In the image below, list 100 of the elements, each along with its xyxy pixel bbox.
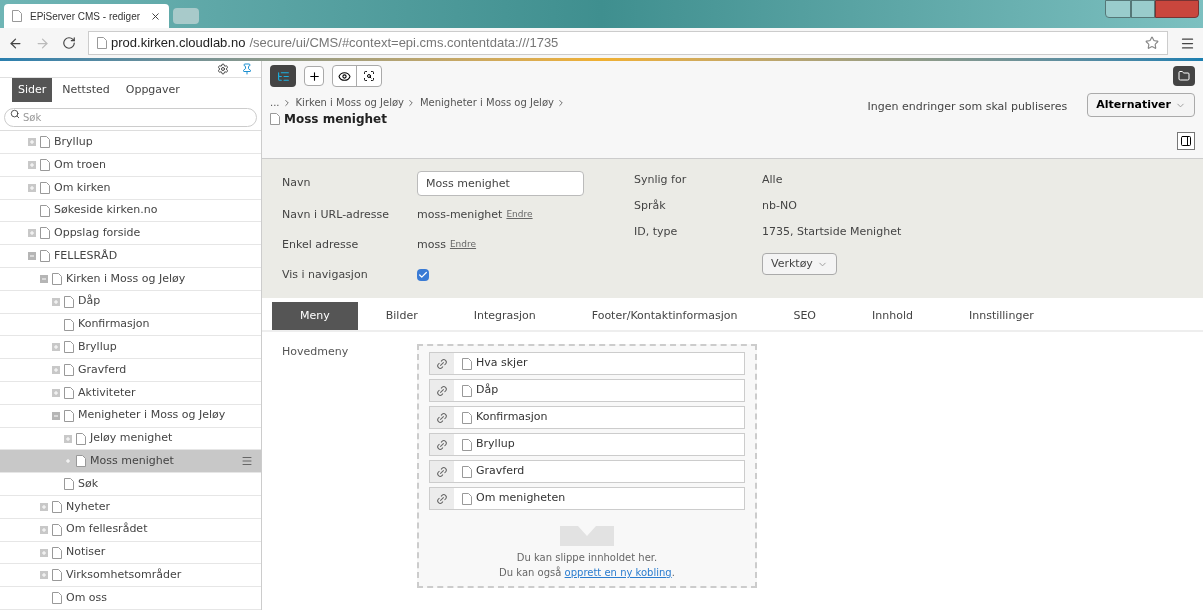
expand-icon[interactable]	[40, 525, 48, 534]
search-icon	[10, 109, 20, 120]
panel-icon	[1180, 135, 1192, 147]
folder-icon	[1178, 70, 1190, 82]
maximize-button[interactable]	[1131, 0, 1155, 18]
content-tab[interactable]: Footer/Kontaktinformasjon	[563, 302, 766, 330]
add-button[interactable]	[304, 66, 324, 86]
reload-icon[interactable]	[62, 36, 76, 50]
edit-link[interactable]: Endre	[449, 238, 477, 252]
page-icon	[97, 37, 107, 49]
magnifier-icon	[363, 70, 375, 82]
expand-icon[interactable]	[28, 229, 36, 238]
sidebar-tab[interactable]: Oppgaver	[119, 78, 186, 103]
page-icon	[40, 250, 50, 263]
content-tab[interactable]: Innhold	[844, 302, 941, 330]
page-icon	[76, 432, 86, 445]
drop-hint: Du kan også	[499, 567, 563, 578]
collapse-icon[interactable]	[52, 411, 60, 420]
page-icon	[40, 136, 50, 149]
menu-icon[interactable]	[1180, 35, 1195, 51]
breadcrumb-link[interactable]: ...	[270, 95, 280, 110]
folder-button[interactable]	[1173, 66, 1195, 86]
context-menu-icon[interactable]	[241, 455, 253, 468]
page-icon	[64, 295, 74, 308]
tools-button[interactable]: Verktøy	[762, 253, 837, 275]
checkbox[interactable]	[417, 269, 429, 281]
forward-icon[interactable]	[35, 35, 50, 51]
page-icon	[40, 158, 50, 171]
page-icon	[64, 318, 74, 331]
menu-link-item[interactable]: Dåp	[429, 379, 745, 402]
page-icon	[40, 204, 50, 217]
menu-link-item[interactable]: Bryllup	[429, 433, 745, 456]
settings-icon[interactable]	[217, 63, 229, 76]
breadcrumb-link[interactable]: Menigheter i Moss og Jeløy	[419, 95, 554, 110]
name-input[interactable]: Moss menighet	[417, 171, 584, 196]
tree-toggle-button[interactable]	[270, 65, 296, 87]
page-icon	[52, 523, 62, 536]
create-link[interactable]: opprett en ny kobling	[564, 567, 672, 578]
expand-icon[interactable]	[52, 297, 60, 306]
field-value: moss-menighet	[417, 206, 503, 223]
expand-icon[interactable]	[64, 457, 72, 466]
sidebar-tab[interactable]: Nettsted	[56, 78, 116, 103]
field-label: Synlig for	[634, 171, 688, 188]
layout-toggle-button[interactable]	[1177, 132, 1195, 150]
field-label: Vis i navigasjon	[282, 266, 369, 283]
page-icon	[462, 492, 472, 505]
star-icon[interactable]	[1145, 36, 1159, 50]
sidebar-tab[interactable]: Sider	[12, 78, 53, 103]
content-tab[interactable]: Meny	[272, 302, 358, 330]
field-label: Språk	[634, 197, 667, 214]
menu-link-item[interactable]: Konfirmasjon	[429, 406, 745, 429]
page-title: Moss menighet	[284, 111, 387, 128]
expand-icon[interactable]	[52, 366, 60, 375]
page-icon	[52, 592, 62, 605]
field-label: Navn i URL-adresse	[282, 206, 391, 223]
expand-icon[interactable]	[28, 138, 36, 147]
menu-link-item[interactable]: Om menigheten	[429, 487, 745, 510]
content-tab[interactable]: Bilder	[357, 302, 446, 330]
options-button[interactable]: Alternativer	[1087, 93, 1195, 117]
page-icon	[64, 341, 74, 354]
search-field[interactable]: Søk	[4, 108, 257, 128]
expand-icon[interactable]	[40, 502, 48, 511]
page-icon	[52, 569, 62, 582]
expand-icon[interactable]	[40, 548, 48, 557]
menu-link-item[interactable]: Gravferd	[429, 460, 745, 483]
expand-icon[interactable]	[28, 183, 36, 192]
content-tab[interactable]: Innstillinger	[940, 302, 1062, 330]
expand-icon[interactable]	[64, 434, 72, 443]
page-icon	[40, 181, 50, 194]
pin-icon[interactable]	[241, 63, 253, 76]
collapse-icon[interactable]	[40, 274, 48, 283]
edit-link[interactable]: Endre	[506, 208, 533, 222]
address-bar[interactable]: prod.kirken.cloudlab.no /secure/ui/CMS/#context=epi.cms.contentdata:///1735	[88, 31, 1168, 55]
expand-icon[interactable]	[28, 160, 36, 169]
new-tab-button[interactable]	[173, 8, 199, 24]
expand-icon[interactable]	[52, 388, 60, 397]
field-value: moss	[417, 236, 446, 253]
close-window-button[interactable]	[1155, 0, 1199, 18]
page-icon	[52, 500, 62, 513]
field-label: ID, type	[634, 223, 679, 240]
minimize-button[interactable]	[1105, 0, 1131, 18]
tree-item[interactable]: Moss menighet	[0, 450, 261, 474]
drop-hint: Du kan slippe innholdet her.	[515, 551, 659, 565]
content-tab[interactable]: SEO	[765, 302, 845, 330]
field-label: Navn	[282, 175, 312, 192]
field-label: Enkel adresse	[282, 236, 360, 253]
close-icon[interactable]	[150, 10, 161, 22]
back-icon[interactable]	[8, 35, 23, 51]
breadcrumb-link[interactable]: Kirken i Moss og Jeløy	[295, 95, 404, 110]
menu-link-item[interactable]: Hva skjer	[429, 352, 745, 375]
drop-hint-end: .	[671, 567, 675, 578]
page-icon	[462, 357, 472, 370]
page-icon	[12, 10, 22, 22]
expand-icon[interactable]	[52, 343, 60, 352]
browser-tab[interactable]: EPiServer CMS - rediger	[4, 4, 169, 28]
collapse-icon[interactable]	[28, 252, 36, 261]
page-icon	[52, 546, 62, 559]
expand-icon[interactable]	[40, 571, 48, 580]
content-tab[interactable]: Integrasjon	[445, 302, 564, 330]
field-value: nb-NO	[762, 197, 797, 214]
